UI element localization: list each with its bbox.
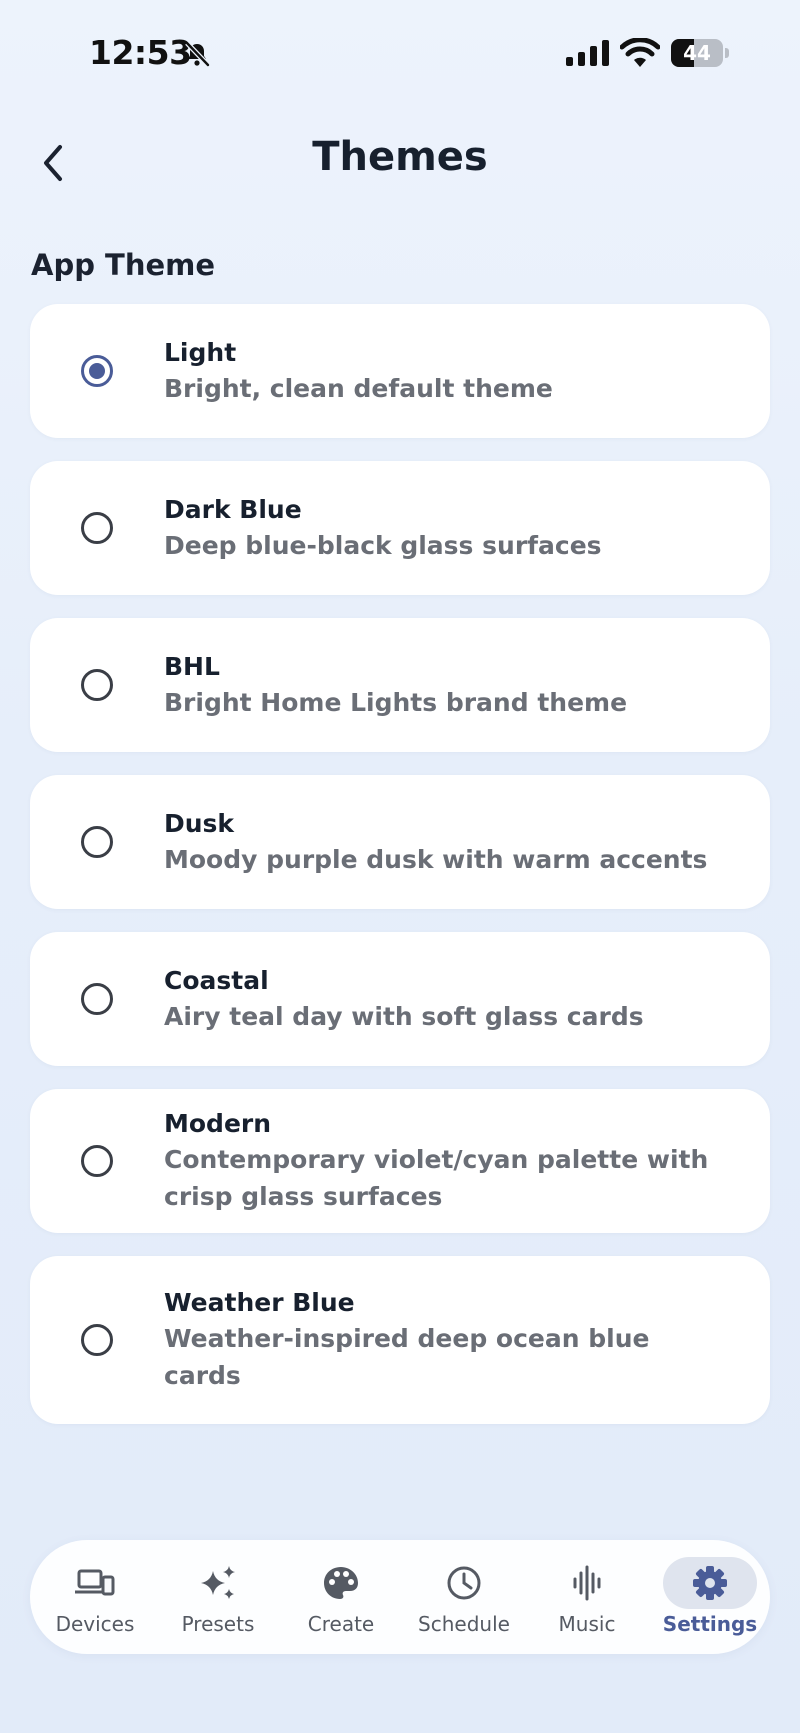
tab-settings[interactable]: Settings	[655, 1555, 765, 1639]
battery-icon: 44	[671, 39, 729, 67]
waveform-icon	[573, 1565, 601, 1601]
theme-description: Contemporary violet/cyan palette with cr…	[164, 1145, 709, 1211]
radio-button[interactable]	[81, 1145, 113, 1177]
tab-bar: Devices Presets Create Schedule Music Se…	[30, 1540, 770, 1654]
clock-icon	[447, 1566, 481, 1600]
gear-icon	[693, 1566, 727, 1600]
tab-label: Presets	[181, 1612, 255, 1636]
tab-schedule[interactable]: Schedule	[409, 1555, 519, 1639]
theme-description: Bright Home Lights brand theme	[164, 687, 628, 717]
radio-button[interactable]	[81, 983, 113, 1015]
theme-description: Weather-inspired deep ocean blue cards	[164, 1324, 650, 1390]
radio-button[interactable]	[81, 512, 113, 544]
signal-icon	[566, 40, 609, 66]
theme-list: Light Bright, clean default theme Dark B…	[30, 304, 770, 1447]
theme-description: Moody purple dusk with warm accents	[164, 844, 708, 874]
palette-icon	[324, 1567, 358, 1599]
theme-option-light[interactable]: Light Bright, clean default theme	[30, 304, 770, 438]
theme-option-dark-blue[interactable]: Dark Blue Deep blue-black glass surfaces	[30, 461, 770, 595]
page-title: Themes	[312, 134, 488, 180]
theme-name: Dark Blue	[164, 494, 302, 524]
theme-option-coastal[interactable]: Coastal Airy teal day with soft glass ca…	[30, 932, 770, 1066]
theme-description: Deep blue-black glass surfaces	[164, 530, 602, 560]
theme-option-dusk[interactable]: Dusk Moody purple dusk with warm accents	[30, 775, 770, 909]
radio-button[interactable]	[81, 355, 113, 387]
wifi-icon	[620, 38, 660, 67]
tab-label: Music	[558, 1612, 616, 1636]
theme-name: Weather Blue	[164, 1288, 355, 1317]
status-bar: 12:53 44	[0, 0, 800, 110]
theme-name: Coastal	[164, 965, 269, 995]
theme-option-weather-blue[interactable]: Weather Blue Weather-inspired deep ocean…	[30, 1256, 770, 1424]
theme-option-modern[interactable]: Modern Contemporary violet/cyan palette …	[30, 1089, 770, 1233]
theme-option-bhl[interactable]: BHL Bright Home Lights brand theme	[30, 618, 770, 752]
tab-label: Create	[307, 1612, 375, 1636]
radio-button[interactable]	[81, 1324, 113, 1356]
tab-presets[interactable]: Presets	[163, 1555, 273, 1639]
radio-button[interactable]	[81, 669, 113, 701]
sparkles-icon	[201, 1566, 235, 1599]
theme-name: Light	[164, 337, 237, 367]
tab-label: Devices	[55, 1612, 135, 1636]
status-time: 12:53	[89, 33, 192, 72]
tab-create[interactable]: Create	[286, 1555, 396, 1639]
tab-label: Settings	[662, 1612, 758, 1636]
theme-description: Bright, clean default theme	[164, 373, 553, 403]
tab-devices[interactable]: Devices	[40, 1555, 150, 1639]
tab-label: Schedule	[418, 1612, 510, 1636]
tab-music[interactable]: Music	[532, 1555, 642, 1639]
battery-level: 44	[683, 41, 711, 65]
theme-description: Airy teal day with soft glass cards	[164, 1001, 644, 1031]
theme-name: BHL	[164, 651, 220, 681]
radio-button[interactable]	[81, 826, 113, 858]
bell-slash-icon	[185, 41, 210, 67]
theme-name: Dusk	[164, 808, 235, 838]
devices-icon	[75, 1569, 115, 1596]
theme-name: Modern	[164, 1109, 272, 1138]
section-title: App Theme	[31, 248, 216, 282]
